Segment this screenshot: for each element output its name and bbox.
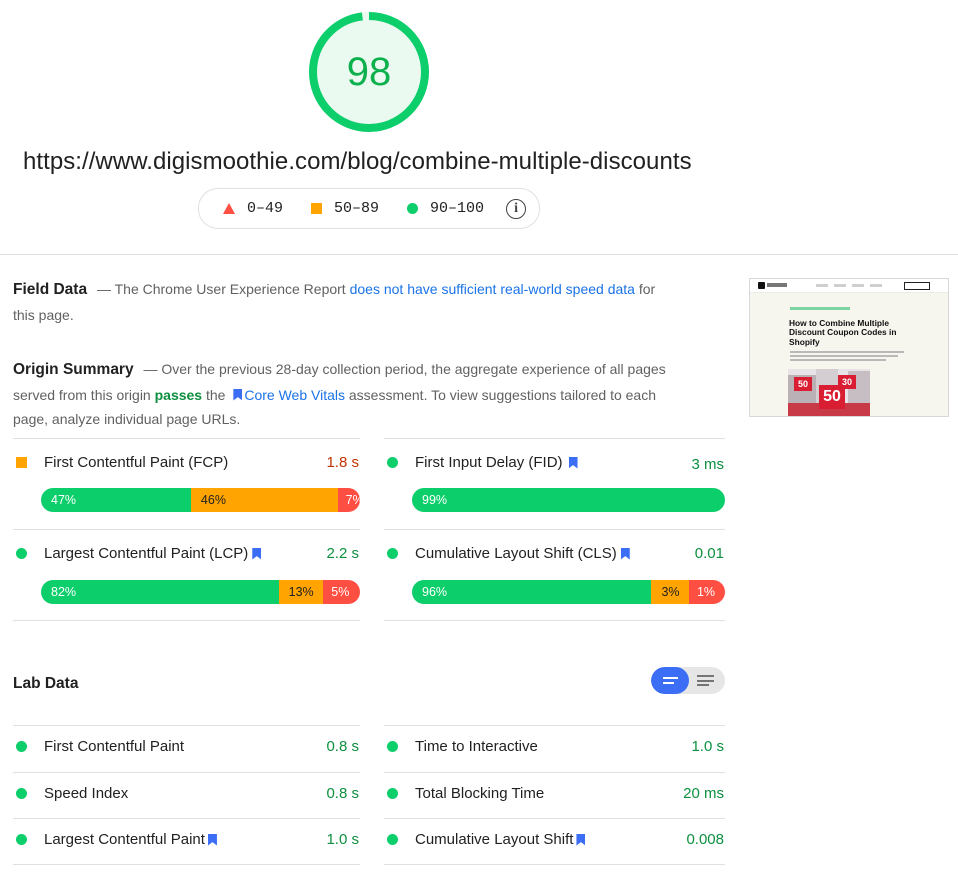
metric-cls[interactable]: Cumulative Layout Shift (CLS) [387,545,632,562]
lab-metric-speed-index[interactable]: Speed Index [16,785,128,802]
dist-good: 96% [412,580,652,604]
dist-poor: 7% [337,488,360,512]
square-icon [311,203,323,214]
lab-data-heading: Lab Data [13,675,79,692]
lab-metric-tti[interactable]: Time to Interactive [387,738,538,755]
dist-average: 13% [278,580,324,604]
bookmark-icon [233,388,243,401]
circle-icon [387,457,398,468]
lab-metric-cls[interactable]: Cumulative Layout Shift [387,831,587,848]
circle-icon [407,203,419,214]
metric-fid[interactable]: First Input Delay (FID) [387,454,580,471]
dist-poor: 5% [323,580,360,604]
lab-metric-cls-label: Cumulative Layout Shift [415,831,574,848]
legend-pass: 90–100 [407,200,484,217]
lab-metric-lcp-value: 1.0 s [326,831,359,848]
origin-summary-heading: Origin Summary [13,361,134,378]
bookmark-icon [207,833,217,846]
field-data-link[interactable]: does not have sufficient real-world spee… [350,281,635,297]
metric-cls-value: 0.01 [694,545,724,562]
legend-average-label: 50–89 [334,200,380,217]
metric-fcp-value: 1.8 s [326,454,359,471]
passes-label: passes [154,386,203,403]
lab-metric-tti-value: 1.0 s [691,738,724,755]
metric-lcp[interactable]: Largest Contentful Paint (LCP) [16,545,263,562]
page-url: https://www.digismoothie.com/blog/combin… [23,148,692,175]
lab-metric-fcp-label: First Contentful Paint [44,738,185,755]
score-value: 98 [346,50,392,94]
lab-metric-tbt-value: 20 ms [683,785,724,802]
lab-metric-tbt-label: Total Blocking Time [415,785,545,802]
score-legend: 0–49 50–89 90–100 i [198,188,540,229]
bookmark-icon [568,456,578,469]
circle-icon [16,788,27,799]
metrics-view-toggle[interactable] [651,667,725,694]
lab-metric-cls-value: 0.008 [686,831,724,848]
circle-icon [387,741,398,752]
metric-fcp-distribution: 47% 46% 7% [41,488,360,512]
lab-metric-speed-index-label: Speed Index [44,785,129,802]
lab-metric-lcp-label: Largest Contentful Paint [44,831,205,848]
lab-metric-fcp-value: 0.8 s [326,738,359,755]
circle-icon [387,548,398,559]
metric-lcp-label: Largest Contentful Paint (LCP) [44,545,249,562]
thumbnail-photo: 50 30 50 [788,369,870,416]
page-screenshot-thumbnail: How to Combine Multiple Discount Coupon … [749,278,949,417]
dist-good: 82% [41,580,279,604]
field-data-heading: Field Data [13,281,88,298]
metric-lcp-value: 2.2 s [326,545,359,562]
bookmark-icon [576,833,586,846]
lab-metric-lcp[interactable]: Largest Contentful Paint [16,831,219,848]
metric-cls-label: Cumulative Layout Shift (CLS) [415,545,617,562]
circle-icon [387,834,398,845]
legend-fail: 0–49 [223,200,283,217]
field-data-text-before: — The Chrome User Experience Report [96,281,350,297]
metric-fcp[interactable]: First Contentful Paint (FCP) [16,454,228,471]
metric-cls-distribution: 96% 3% 1% [412,580,725,604]
dist-good: 47% [41,488,191,512]
lab-metric-tti-label: Time to Interactive [415,738,538,755]
legend-fail-label: 0–49 [247,200,284,217]
toggle-summary-view[interactable] [651,667,689,694]
circle-icon [16,741,27,752]
thumbnail-logo-icon [758,282,765,289]
metric-fid-value: 3 ms [691,456,724,473]
legend-average: 50–89 [311,200,379,217]
lab-metric-speed-index-value: 0.8 s [326,785,359,802]
metric-fid-label: First Input Delay (FID) [415,454,563,471]
thumbnail-nav [750,279,948,293]
circle-icon [387,788,398,799]
performance-score-gauge: 98 [308,11,430,133]
lab-metric-fcp[interactable]: First Contentful Paint [16,738,184,755]
square-icon [16,457,27,468]
dist-poor: 1% [688,580,725,604]
info-icon[interactable]: i [506,198,527,219]
metric-fcp-label: First Contentful Paint (FCP) [44,454,229,471]
metric-lcp-distribution: 82% 13% 5% [41,580,360,604]
origin-summary-section: Origin Summary — Over the previous 28-da… [13,357,673,432]
legend-pass-label: 90–100 [430,200,485,217]
origin-summary-text-2: the [202,386,230,403]
dist-average: 3% [651,580,689,604]
field-data-section: Field Data — The Chrome User Experience … [13,277,673,327]
dist-average: 46% [190,488,338,512]
circle-icon [16,548,27,559]
section-divider [0,254,958,255]
circle-icon [16,834,27,845]
metric-fid-distribution: 99% [412,488,725,512]
thumbnail-title: How to Combine Multiple Discount Coupon … [789,318,897,347]
core-web-vitals-link[interactable]: Core Web Vitals [244,387,345,403]
triangle-icon [223,203,235,214]
dist-good: 99% [412,488,725,512]
lab-metric-tbt[interactable]: Total Blocking Time [387,785,544,802]
